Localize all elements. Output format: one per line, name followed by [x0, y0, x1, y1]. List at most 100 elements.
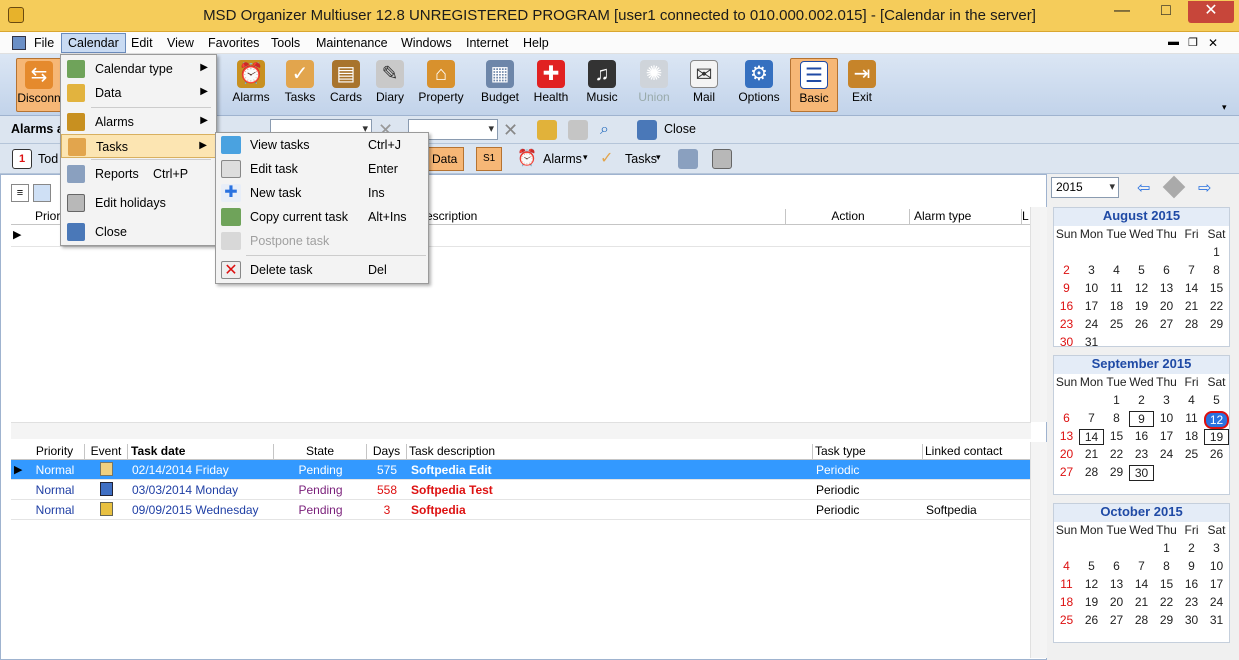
calendar-day[interactable]: 18: [1179, 429, 1204, 443]
mdi-restore-button[interactable]: ❐: [1188, 36, 1198, 49]
tasks-vertical-scrollbar[interactable]: [1030, 442, 1047, 658]
calendar-day[interactable]: 14: [1079, 429, 1104, 445]
calendar-day[interactable]: 1: [1204, 245, 1229, 259]
menu-item-edit-holidays[interactable]: Edit holidays: [61, 191, 216, 215]
calendar-day[interactable]: 8: [1204, 263, 1229, 277]
calendar-day[interactable]: 20: [1054, 447, 1079, 461]
calendar-day[interactable]: 11: [1179, 411, 1204, 425]
users-icon[interactable]: [537, 120, 557, 140]
calendar-day[interactable]: 3: [1204, 541, 1229, 555]
search-icon[interactable]: ⌕: [600, 120, 620, 140]
health-button[interactable]: ✚ Health: [525, 58, 577, 112]
column-event[interactable]: Event: [85, 444, 128, 460]
calendar-day[interactable]: 20: [1104, 595, 1129, 609]
disconnect-button[interactable]: ⇆ Disconn: [16, 58, 62, 112]
calendar-day[interactable]: 25: [1179, 447, 1204, 461]
holidays-icon[interactable]: [712, 149, 732, 169]
today-calendar-icon[interactable]: 1: [12, 149, 32, 169]
calendar-day[interactable]: 6: [1154, 263, 1179, 277]
menu-favorites[interactable]: Favorites: [208, 36, 259, 50]
calendar-day[interactable]: 19: [1204, 429, 1229, 445]
data-view-button[interactable]: Data: [425, 147, 465, 171]
alarms-dropdown-arrow-icon[interactable]: ▾: [583, 152, 588, 163]
calendar-day[interactable]: 17: [1154, 429, 1179, 443]
menu-item-alarms[interactable]: Alarms ▶: [61, 110, 216, 134]
submenu-edit-task[interactable]: Edit task Enter: [216, 157, 428, 181]
calendar-day[interactable]: 2: [1179, 541, 1204, 555]
calendar-day[interactable]: 12: [1079, 577, 1104, 591]
calendar-day[interactable]: 29: [1204, 317, 1229, 331]
next-month-icon[interactable]: ⇨: [1198, 178, 1211, 198]
calendar-day[interactable]: 22: [1154, 595, 1179, 609]
current-month-icon[interactable]: [1162, 175, 1186, 199]
calendar-day[interactable]: 23: [1054, 317, 1079, 331]
calendar-day[interactable]: 20: [1154, 299, 1179, 313]
options-button[interactable]: ⚙ Options: [733, 58, 785, 112]
calendar-day[interactable]: 21: [1079, 447, 1104, 461]
column-linked-contact[interactable]: Linked contact: [925, 444, 1031, 460]
calendar-day[interactable]: 16: [1129, 429, 1154, 443]
menu-help[interactable]: Help: [523, 36, 549, 50]
menu-item-calendar-type[interactable]: Calendar type ▶: [61, 57, 216, 81]
close-label[interactable]: Close: [664, 122, 696, 136]
calendar-day[interactable]: 10: [1154, 411, 1179, 425]
menu-view[interactable]: View: [167, 36, 194, 50]
alarms-dropdown[interactable]: Alarms: [543, 152, 582, 166]
calendar-day[interactable]: 3: [1154, 393, 1179, 407]
calendar-day[interactable]: 14: [1129, 577, 1154, 591]
submenu-postpone-task[interactable]: Postpone task: [216, 229, 428, 253]
submenu-view-tasks[interactable]: View tasks Ctrl+J: [216, 133, 428, 157]
tasks-button[interactable]: ✓ Tasks: [274, 58, 326, 112]
calendar-day[interactable]: 24: [1154, 447, 1179, 461]
close-window-icon[interactable]: [637, 120, 657, 140]
menu-windows[interactable]: Windows: [401, 36, 452, 50]
menu-maintenance[interactable]: Maintenance: [316, 36, 388, 50]
calendar-day[interactable]: 12: [1204, 411, 1229, 429]
column-task-type[interactable]: Task type: [815, 444, 923, 460]
calendar-day[interactable]: 15: [1154, 577, 1179, 591]
music-button[interactable]: ♫ Music: [576, 58, 628, 112]
calendar-day[interactable]: 2: [1054, 263, 1079, 277]
calendar-day[interactable]: 19: [1129, 299, 1154, 313]
calendar-day[interactable]: 5: [1129, 263, 1154, 277]
calendar-day[interactable]: 28: [1179, 317, 1204, 331]
column-state[interactable]: State: [274, 444, 367, 460]
property-button[interactable]: ⌂ Property: [415, 58, 467, 112]
calendar-day[interactable]: 27: [1104, 613, 1129, 627]
calendar-day[interactable]: 11: [1054, 577, 1079, 591]
calendar-day[interactable]: 14: [1179, 281, 1204, 295]
budget-button[interactable]: ▦ Budget: [474, 58, 526, 112]
top-vertical-scrollbar[interactable]: [1030, 207, 1047, 422]
calendar-day[interactable]: 26: [1079, 613, 1104, 627]
menu-item-tasks[interactable]: Tasks ▶: [61, 134, 216, 158]
calendar-day[interactable]: 4: [1054, 559, 1079, 573]
calendar-day[interactable]: 16: [1054, 299, 1079, 313]
column-description[interactable]: escription: [426, 209, 786, 225]
s1-view-button[interactable]: S1: [476, 147, 503, 171]
table-row[interactable]: Normal 09/09/2015 Wednesday Pending 3 So…: [11, 500, 1031, 520]
calendar-day[interactable]: 28: [1129, 613, 1154, 627]
menu-item-close[interactable]: Close: [61, 220, 216, 244]
detail-view-icon[interactable]: [33, 184, 51, 202]
column-days[interactable]: Days: [367, 444, 407, 460]
calendar-day[interactable]: 18: [1104, 299, 1129, 313]
tasks-dropdown-arrow-icon[interactable]: ▾: [656, 152, 661, 163]
submenu-delete-task[interactable]: ✕ Delete task Del: [216, 258, 428, 282]
calendar-day[interactable]: 22: [1204, 299, 1229, 313]
calendar-day[interactable]: 7: [1179, 263, 1204, 277]
calendar-day[interactable]: 30: [1129, 465, 1154, 481]
calendar-day[interactable]: 17: [1079, 299, 1104, 313]
maximize-button[interactable]: □: [1144, 1, 1188, 23]
menu-tools[interactable]: Tools: [271, 36, 300, 50]
menu-edit[interactable]: Edit: [131, 36, 153, 50]
calendar-day[interactable]: 9: [1179, 559, 1204, 573]
column-alarm-type[interactable]: Alarm type: [912, 209, 1022, 225]
calendar-day[interactable]: 4: [1104, 263, 1129, 277]
tasks-dropdown[interactable]: Tasks: [625, 152, 657, 166]
calendar-day[interactable]: 28: [1079, 465, 1104, 479]
calendar-day[interactable]: 30: [1054, 335, 1079, 349]
submenu-copy-task[interactable]: Copy current task Alt+Ins: [216, 205, 428, 229]
calendar-day[interactable]: 7: [1079, 411, 1104, 425]
calendar-day[interactable]: 2: [1129, 393, 1154, 407]
calendar-day[interactable]: 15: [1104, 429, 1129, 443]
